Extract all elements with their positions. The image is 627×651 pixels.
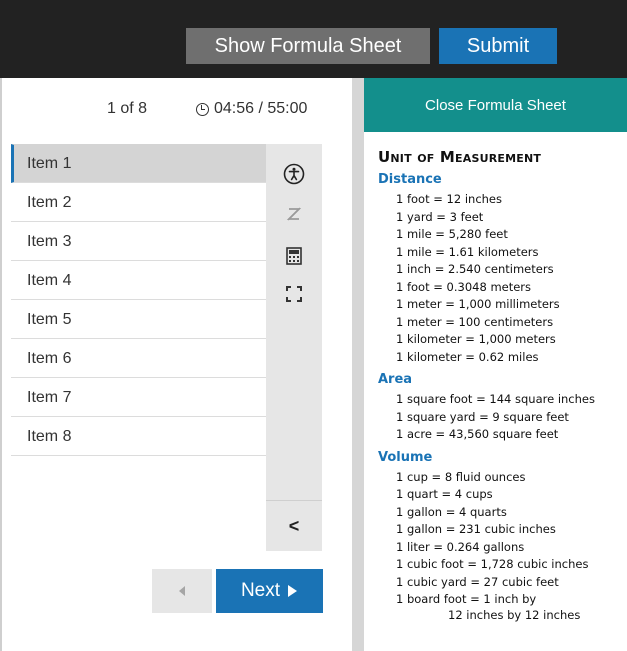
close-formula-sheet-button[interactable]: Close Formula Sheet (364, 78, 627, 132)
formula-line: 12 inches by 12 inches (448, 607, 581, 622)
formula-line: 1 gallon = 231 cubic inches (396, 522, 556, 536)
formula-line: 1 cubic foot = 1,728 cubic inches (396, 557, 589, 571)
fullscreen-icon (286, 286, 302, 302)
item-6[interactable]: Item 6 (11, 339, 266, 378)
triangle-left-icon (179, 586, 185, 596)
formula-sheet-panel: Close Formula Sheet Unit of Measurement … (364, 78, 627, 651)
section-heading-distance: Distance (378, 172, 442, 187)
item-label: Item 4 (27, 271, 72, 289)
formula-line: 1 mile = 5,280 feet (396, 227, 508, 241)
accessibility-icon (283, 163, 305, 185)
formula-line: 1 liter = 0.264 gallons (396, 539, 525, 554)
formula-line: 1 cubic yard = 27 cubic feet (396, 574, 559, 589)
next-button[interactable]: Next (216, 569, 323, 613)
timer: 04:56 / 55:00 (196, 100, 307, 118)
chevron-left-icon: < (288, 515, 300, 536)
formula-line: 1 foot = 12 inches (396, 192, 502, 206)
formula-line: 1 square yard = 9 square feet (396, 409, 569, 424)
item-1[interactable]: Item 1 (11, 144, 266, 183)
item-2[interactable]: Item 2 (11, 183, 266, 222)
clock-icon (196, 102, 209, 116)
item-counter: 1 of 8 (107, 100, 148, 117)
formula-line: 1 cup = 8 fluid ounces (396, 469, 526, 484)
eliminator-icon (286, 207, 302, 221)
timer-text: 04:56 / 55:00 (214, 100, 308, 117)
item-label: Item 3 (27, 232, 72, 250)
tools-sidebar (266, 144, 322, 550)
formula-sheet-content: Unit of Measurement Distance 1 foot = 12… (378, 148, 623, 622)
calculator-button[interactable] (266, 236, 322, 276)
fullscreen-button[interactable] (266, 274, 322, 314)
calculator-icon (286, 247, 302, 265)
item-label: Item 7 (27, 388, 72, 406)
formula-line: 1 quart = 4 cups (396, 487, 493, 501)
formula-line: 1 square foot = 144 square inches (396, 392, 595, 406)
accessibility-button[interactable] (266, 154, 322, 194)
item-3[interactable]: Item 3 (11, 222, 266, 261)
collapse-panel-button[interactable]: < (266, 500, 322, 551)
formula-line: 1 yard = 3 feet (396, 209, 484, 224)
item-label: Item 5 (27, 310, 72, 328)
submit-button[interactable]: Submit (439, 28, 557, 64)
formula-line: 1 board foot = 1 inch by (396, 592, 537, 606)
previous-button[interactable] (152, 569, 212, 613)
formula-line: 1 kilometer = 1,000 meters (396, 332, 556, 346)
item-7[interactable]: Item 7 (11, 378, 266, 417)
answer-eliminator-button[interactable] (266, 194, 322, 234)
section-heading-volume: Volume (378, 449, 433, 465)
formula-line: 1 foot = 0.3048 meters (396, 279, 532, 294)
item-4[interactable]: Item 4 (11, 261, 266, 300)
panel-divider[interactable] (352, 78, 364, 651)
item-label: Item 1 (27, 154, 72, 172)
formula-line: 1 inch = 2.540 centimeters (396, 262, 554, 276)
triangle-right-icon (288, 585, 298, 597)
formula-line: 1 meter = 1,000 millimeters (396, 297, 560, 311)
formula-line: 1 gallon = 4 quarts (396, 504, 507, 519)
item-label: Item 8 (27, 427, 72, 445)
top-toolbar: Show Formula Sheet Submit (0, 0, 627, 78)
item-label: Item 6 (27, 349, 72, 367)
formula-sheet-title: Unit of Measurement (378, 148, 542, 166)
item-list: Item 1 Item 2 Item 3 Item 4 Item 5 Item … (11, 144, 266, 456)
formula-line: 1 acre = 43,560 square feet (396, 427, 559, 441)
item-8[interactable]: Item 8 (11, 417, 266, 456)
section-heading-area: Area (378, 372, 413, 387)
item-5[interactable]: Item 5 (11, 300, 266, 339)
show-formula-sheet-button[interactable]: Show Formula Sheet (186, 28, 430, 64)
formula-line: 1 kilometer = 0.62 miles (396, 349, 539, 364)
formula-line: 1 mile = 1.61 kilometers (396, 244, 539, 259)
formula-line: 1 meter = 100 centimeters (396, 314, 554, 329)
item-label: Item 2 (27, 193, 72, 211)
next-label: Next (240, 580, 281, 601)
